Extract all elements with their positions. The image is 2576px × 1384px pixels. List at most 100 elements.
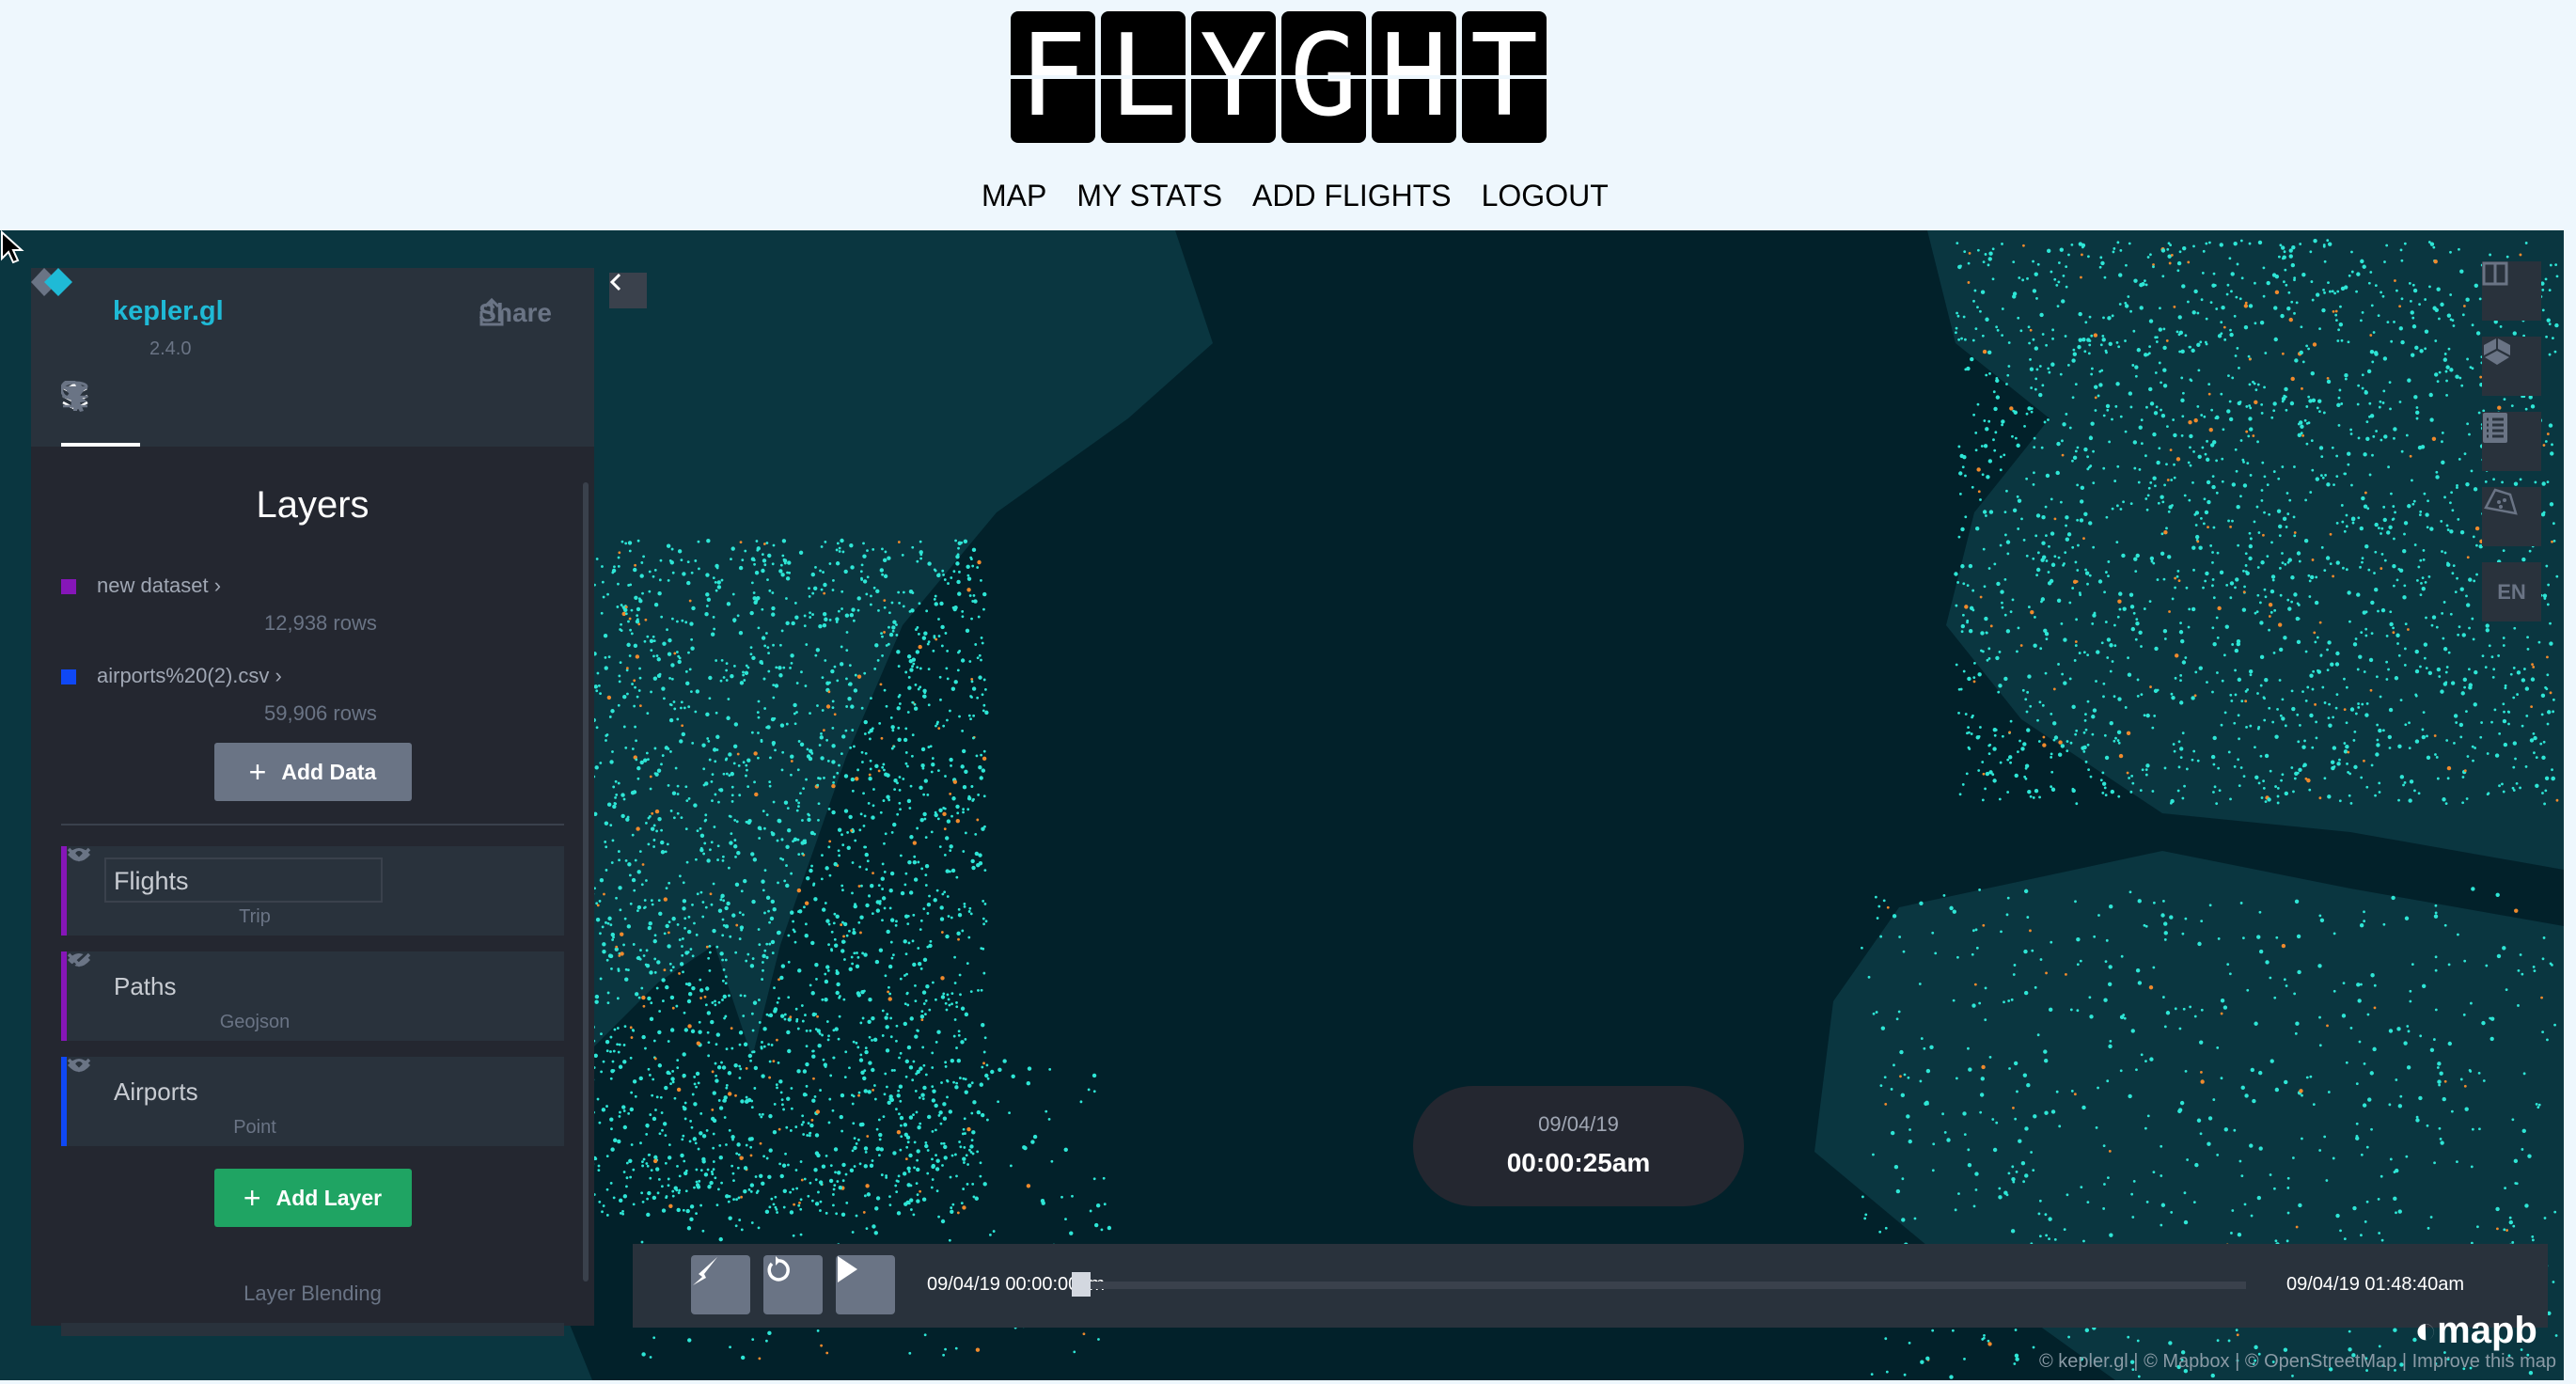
airport-point [2329,532,2333,536]
airport-point [2503,742,2508,747]
airport-point [2207,526,2209,529]
airport-point [942,992,946,996]
airport-point [2137,1375,2141,1378]
airport-point [2034,534,2038,538]
airport-point [656,960,661,965]
airport-point [819,1089,822,1092]
airport-point [2035,513,2041,518]
airport-point [1968,1067,1972,1072]
airport-point [2233,764,2237,768]
airport-point [795,1187,799,1190]
airport-point [2230,290,2233,293]
airport-point [2299,350,2303,355]
airport-point [868,777,872,781]
airport-point [2408,281,2411,285]
airport-point [2134,365,2139,370]
flyght-logo[interactable]: FLYGHT [1011,11,1547,143]
airport-point [2380,1174,2383,1178]
airport-point [717,800,720,804]
airport-point [2278,647,2284,653]
airport-point [1979,595,1983,599]
airport-point [708,697,712,700]
map-canvas[interactable]: kepler.gl 2.4.0 Share Layers new dataset… [0,230,2564,1380]
airport-point [895,1190,899,1194]
airport-point [805,1029,809,1032]
airport-point [2382,505,2386,509]
airport-point [2366,1013,2370,1016]
airport-point [728,1092,732,1096]
airport-point [2235,295,2238,299]
airport-point [762,543,766,545]
airport-point [2119,1014,2125,1020]
airport-point [2033,1114,2037,1119]
airport-point [2058,740,2063,745]
airport-point [746,1097,752,1103]
airport-point [632,1079,637,1084]
airport-point [2457,933,2459,936]
airport-point [1969,606,1974,611]
airport-point [2238,297,2242,301]
airport-point [1952,999,1956,1002]
airport-point [672,816,676,820]
nav-my-stats[interactable]: MY STATS [1076,179,1222,213]
airport-point [913,855,917,858]
airport-point [942,574,945,576]
nav-add-flights[interactable]: ADD FLIGHTS [1252,179,1452,213]
nav-logout[interactable]: LOGOUT [1482,179,1609,213]
airport-point [907,859,912,865]
airport-point [1988,1056,1992,1059]
airport-point [772,543,776,547]
airport-point [2117,345,2121,349]
airport-point [912,1213,916,1217]
airport-point [778,1162,782,1166]
airport-point [605,1049,609,1053]
nav-map[interactable]: MAP [982,179,1046,213]
airport-point [2443,923,2447,927]
airport-point [946,1095,949,1099]
airport-point [2200,414,2204,417]
airport-point [949,709,951,713]
airport-point [716,585,722,590]
airport-point [836,982,840,987]
airport-point [905,1200,910,1205]
airport-point [2000,930,2003,934]
airport-point [2245,405,2249,408]
airport-point [862,542,865,545]
airport-point [685,1208,690,1214]
airport-point [2489,253,2492,257]
airport-point [970,696,973,699]
airport-point [2023,775,2027,778]
airport-point [2345,525,2348,528]
airport-point [962,1127,966,1131]
airport-point [2252,380,2254,384]
airport-point [2443,551,2447,555]
airport-point [2125,263,2128,267]
airport-point [2336,339,2340,342]
airport-point [978,764,982,770]
airport-point [2356,983,2361,987]
airport-point [693,921,696,925]
airport-point [942,811,947,817]
airport-point [2551,540,2553,543]
airport-point [2095,1125,2098,1129]
airport-point [2302,763,2307,767]
airport-point [1999,761,2003,764]
airport-point [2428,285,2431,289]
airport-point [660,850,666,855]
airport-point [742,670,745,674]
airport-point [2291,244,2296,250]
airport-point [2459,1077,2463,1081]
airport-point [937,1114,941,1117]
airport-point [982,607,985,611]
airport-point [766,578,769,581]
airport-point [2091,622,2095,625]
airport-point [1861,946,1863,950]
airport-point [745,1143,748,1147]
airport-point [1026,1184,1031,1188]
airport-point [859,1021,863,1025]
airport-point [2549,621,2552,625]
airport-point [1885,1370,1889,1374]
airport-point [978,675,982,680]
airport-point [858,828,862,832]
airport-point [1967,261,1971,265]
